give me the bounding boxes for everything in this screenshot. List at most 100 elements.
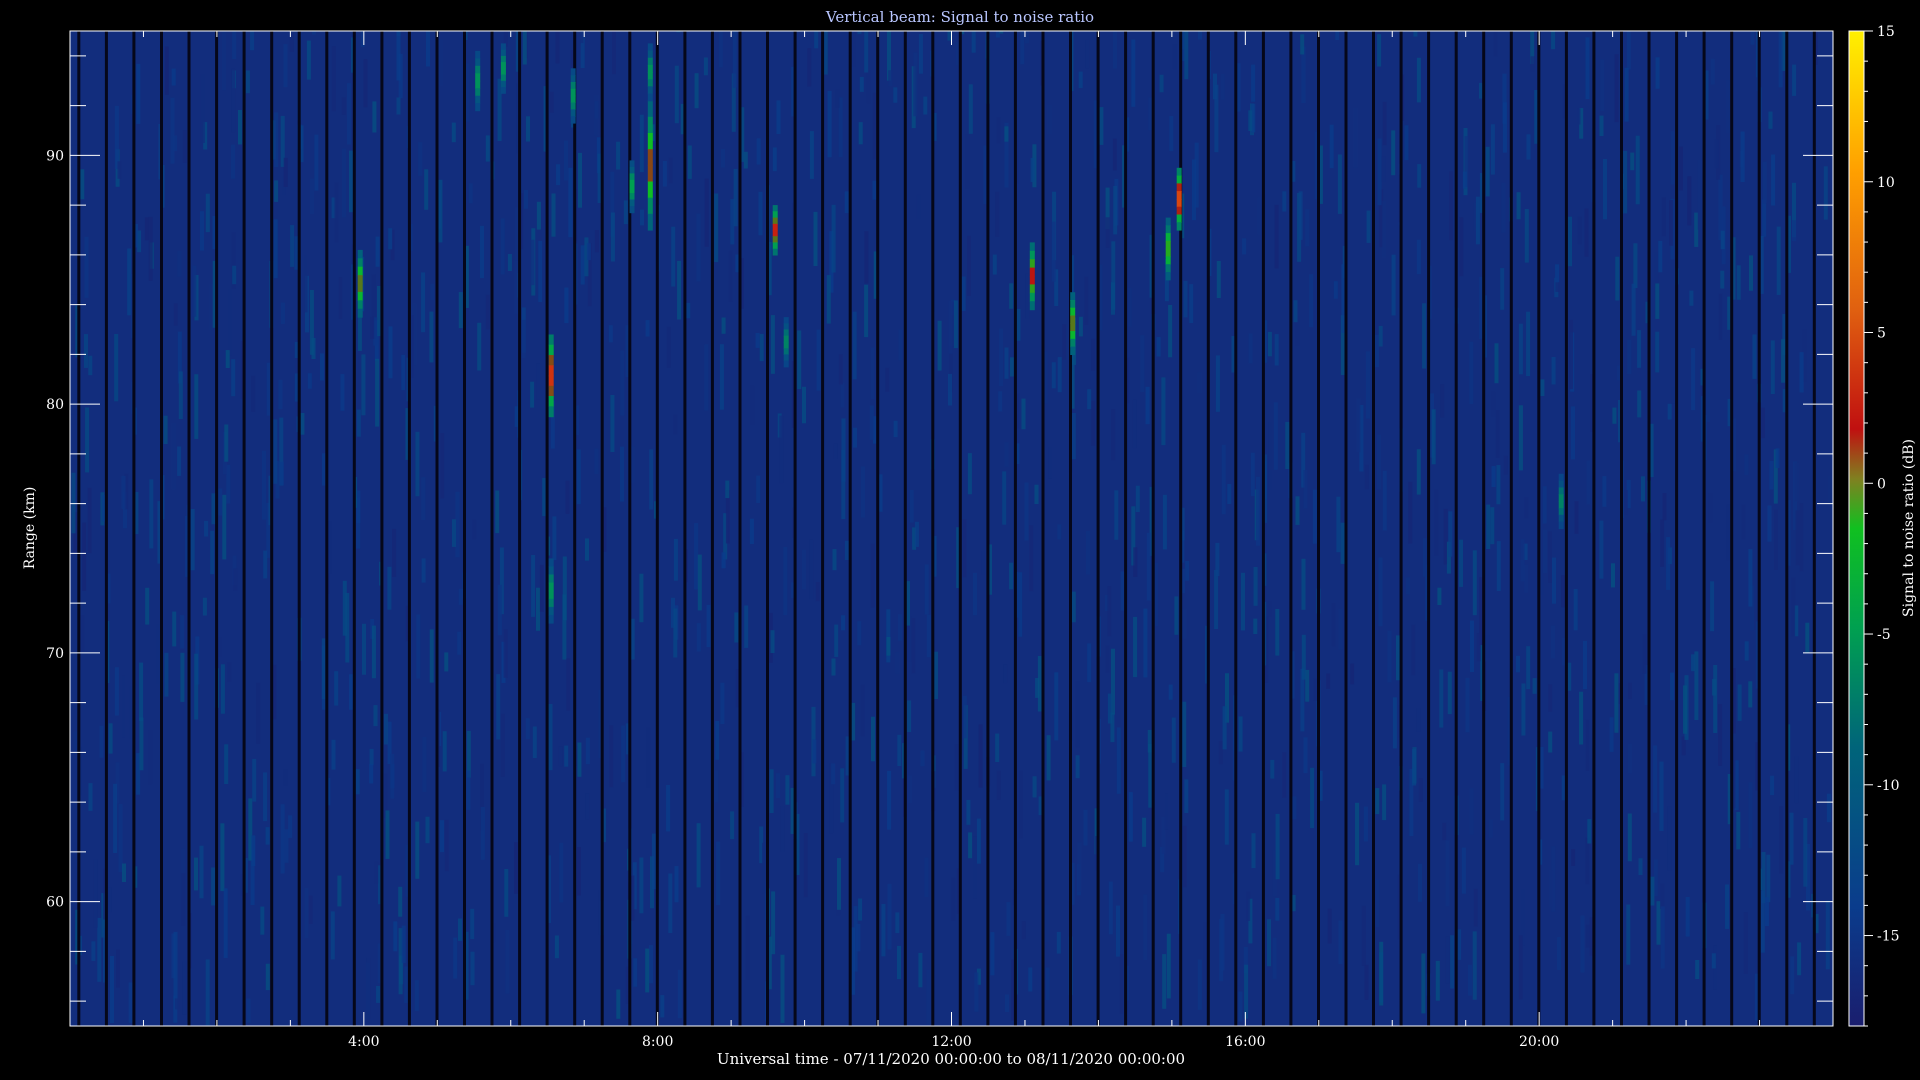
echo-10-segment [783,341,789,349]
echo-8-segment [647,43,653,52]
echo-4-segment [548,590,554,600]
colorbar-tick-label: -15 [1877,929,1900,945]
noise-speckle [1516,655,1520,673]
data-gap-stripe [876,31,880,1026]
echo-4-segment [548,558,554,568]
noise-speckle [1667,403,1672,420]
echo-4-segment [548,574,554,584]
noise-speckle [1691,654,1696,672]
echo-10-segment [783,360,789,368]
data-gap-stripe [710,31,714,1026]
echo-7-segment [647,133,653,150]
noise-speckle [677,260,682,320]
noise-speckle [500,713,505,777]
noise-speckle [815,582,820,602]
noise-speckle [1215,542,1220,577]
noise-speckle [1301,46,1306,103]
echo-7-segment [647,116,653,134]
noise-speckle [594,448,599,474]
noise-speckle [1540,379,1545,396]
echo-4-segment [548,614,554,624]
noise-speckle [500,218,505,275]
noise-speckle [349,150,353,213]
noise-speckle [608,325,613,343]
noise-speckle [87,487,92,554]
noise-speckle [1128,792,1133,842]
echo-2-segment [500,49,506,57]
noise-speckle [1305,209,1310,247]
noise-speckle [1447,671,1452,715]
noise-speckle [1085,39,1090,69]
noise-speckle [668,157,673,184]
noise-speckle [887,770,892,830]
noise-speckle [1078,316,1083,337]
data-gap-stripe [545,31,549,1026]
noise-speckle [1689,290,1694,306]
noise-speckle [857,621,862,646]
noise-speckle [363,59,368,108]
noise-speckle [1465,677,1470,733]
noise-speckle [251,835,256,866]
data-gap-stripe [1675,31,1679,1026]
noise-speckle [485,135,490,162]
noise-speckle [826,275,831,324]
noise-speckle [1585,37,1590,100]
noise-speckle [1748,549,1753,607]
noise-speckle [283,44,288,88]
echo-8-segment [647,86,653,95]
noise-speckle [770,315,775,374]
noise-speckle [514,842,518,894]
noise-speckle [1087,643,1092,683]
noise-speckle [429,629,434,683]
noise-speckle [200,73,205,143]
noise-speckle [222,31,226,91]
echo-5-segment [570,95,576,104]
noise-speckle [585,538,589,561]
noise-speckle [136,63,141,124]
noise-speckle [80,169,85,200]
noise-speckle [835,89,840,108]
noise-speckle [1242,238,1247,255]
noise-speckle [923,96,928,115]
data-gap-stripe [1482,31,1486,1026]
noise-speckle [1267,919,1271,967]
data-gap-stripe [518,31,522,1026]
noise-speckle [1005,994,1009,1012]
noise-speckle [238,110,242,145]
noise-speckle [172,611,177,647]
noise-speckle [1650,876,1655,906]
noise-speckle [342,148,346,218]
noise-speckle [1609,717,1614,752]
noise-speckle [968,84,973,134]
noise-speckle [278,379,283,410]
noise-speckle [224,744,229,784]
data-gap-stripe [490,31,494,1026]
noise-speckle [116,949,120,988]
noise-speckle [194,653,199,720]
noise-speckle [962,695,967,739]
noise-speckle [864,284,869,338]
noise-speckle [1766,854,1771,903]
noise-speckle [468,183,473,204]
data-gap-stripe [1812,31,1816,1026]
noise-speckle [816,329,821,391]
echo-1-segment [475,103,481,112]
noise-speckle [858,898,863,921]
noise-speckle [1083,809,1088,846]
noise-speckle [149,479,154,549]
noise-speckle [1275,609,1280,656]
noise-speckle [554,935,559,959]
echo-11-segment [1029,276,1035,285]
noise-speckle [108,723,113,754]
noise-speckle [666,785,671,832]
noise-speckle [1548,731,1553,753]
noise-speckle [1338,920,1343,964]
echo-6-segment [629,199,635,207]
noise-speckle [1024,482,1029,541]
noise-speckle [1333,281,1338,299]
noise-speckle [1363,806,1368,842]
noise-speckle [978,724,983,788]
noise-speckle [164,652,169,697]
echo-2-segment [500,68,506,76]
noise-speckle [1382,784,1387,821]
